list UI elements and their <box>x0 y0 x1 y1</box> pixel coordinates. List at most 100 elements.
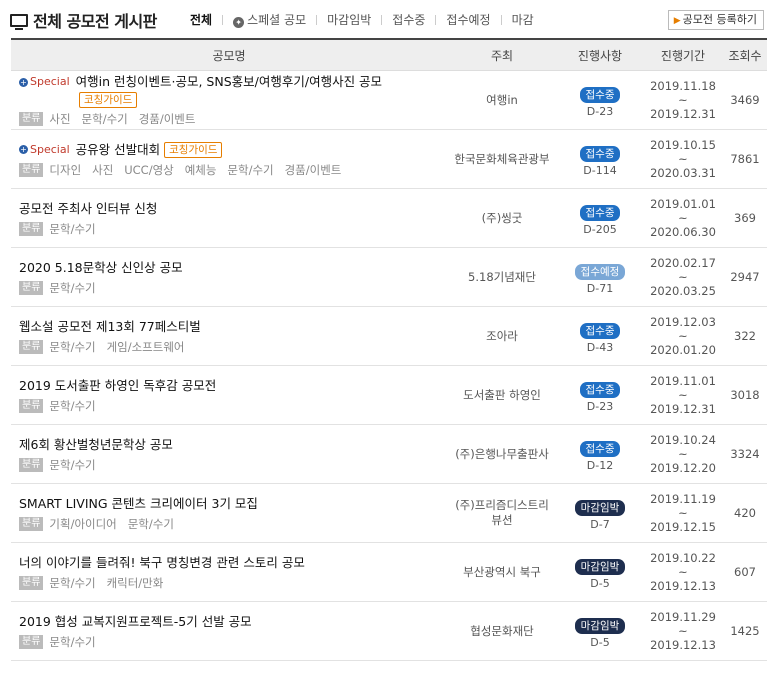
contest-name-cell: 2019 협성 교복지원프로젝트-5기 선발 공모 분류 문학/수기 <box>11 613 447 650</box>
views-cell: 420 <box>734 506 756 520</box>
end-date: 2020.03.25 <box>650 284 716 298</box>
status-badge: 접수예정 <box>574 263 626 280</box>
end-date: 2019.12.20 <box>650 461 716 475</box>
status-cell: 접수중 D-23 <box>557 378 643 413</box>
period-tilde: ~ <box>678 329 688 343</box>
end-date: 2019.12.13 <box>650 638 716 652</box>
contest-title-link[interactable]: 공모전 주최사 인터뷰 신청 <box>19 200 157 218</box>
tab-divider <box>500 14 502 25</box>
monitor-icon <box>10 13 28 30</box>
special-badge: + Special <box>19 73 70 91</box>
tab-special[interactable]: ✦ 스페셜 공모 <box>233 11 306 28</box>
contest-name-cell: 2020 5.18문학상 신인상 공모 분류 문학/수기 <box>11 259 447 296</box>
table-row[interactable]: SMART LIVING 콘텐츠 크리에이터 3기 모집분류 기획/아이디어 문학… <box>11 484 767 543</box>
table-row[interactable]: 2019 도서출판 하영인 독후감 공모전 분류 문학/수기 도서출판 하영인 접수중 D… <box>11 366 767 425</box>
views-cell: 369 <box>734 211 756 225</box>
contest-name-cell: 공모전 주최사 인터뷰 신청분류 문학/수기 <box>11 200 447 237</box>
contest-title-link[interactable]: 너의 이야기를 들려줘! 북구 명칭변경 관련 스토리 공모 <box>19 554 305 572</box>
table-row[interactable]: 2020 5.18문학상 신인상 공모 분류 문학/수기 5.18기념재단 접수예정 D-… <box>11 248 767 307</box>
contest-title-link[interactable]: 2019 협성 교복지원프로젝트-5기 선발 공모 <box>19 613 252 631</box>
coaching-guide-badge[interactable]: 코칭가이드 <box>79 92 138 108</box>
tab-divider <box>222 14 224 25</box>
period-cell: 2019.11.01 ~2019.12.31 <box>643 374 723 416</box>
d-day: D-71 <box>586 281 614 295</box>
period-cell: 2019.11.19 ~2019.12.15 <box>643 492 723 534</box>
d-day: D-205 <box>583 222 617 236</box>
contest-title-link[interactable]: 웹소설 공모전 제13회 77페스티벌 <box>19 318 201 336</box>
table-row[interactable]: 2019 협성 교복지원프로젝트-5기 선발 공모 분류 문학/수기 협성문화재단 마감… <box>11 602 767 661</box>
tab-deadline-soon[interactable]: 마감임박 <box>327 11 371 28</box>
end-date: 2019.12.31 <box>650 107 716 121</box>
board-header: 전체 공모전 게시판 전체 ✦ 스페셜 공모 마감임박 접수중 접수예정 마감 ▶… <box>0 0 772 38</box>
category-line: 분류 문학/수기 <box>19 221 447 237</box>
table-row[interactable]: 너의 이야기를 들려줘! 북구 명칭변경 관련 스토리 공모 분류 문학/수기 캐릭… <box>11 543 767 602</box>
plus-icon: + <box>19 145 28 154</box>
start-date: 2020.02.17 <box>650 256 716 270</box>
contest-title-line: 2019 도서출판 하영인 독후감 공모전 <box>19 377 447 395</box>
page-title: 전체 공모전 게시판 <box>33 12 157 31</box>
period-tilde: ~ <box>678 624 688 638</box>
category-tags: 기획/아이디어 문학/수기 <box>49 516 174 531</box>
tab-divider <box>316 14 318 25</box>
contest-title-line: + Special 여행in 런칭이벤트·공모, SNS홍보/여행후기/여행사진 공… <box>19 73 447 108</box>
category-line: 분류 사진 문학/수기 경품/이벤트 <box>19 111 447 127</box>
contest-title-link[interactable]: 공유왕 선발대회 <box>76 141 160 159</box>
end-date: 2020.06.30 <box>650 225 716 239</box>
category-line: 분류 문학/수기 게임/소프트웨어 <box>19 339 447 355</box>
period-cell: 2019.10.15 ~2020.03.31 <box>643 138 723 180</box>
table-row[interactable]: 웹소설 공모전 제13회 77페스티벌 분류 문학/수기 게임/소프트웨어 조아라 접수… <box>11 307 767 366</box>
tab-all[interactable]: 전체 <box>190 11 212 28</box>
plus-icon: + <box>19 77 28 87</box>
contest-title-link[interactable]: 여행in 런칭이벤트·공모, SNS홍보/여행후기/여행사진 공모 <box>76 73 382 91</box>
register-contest-button[interactable]: ▶ 공모전 등록하기 <box>667 10 764 30</box>
tab-closed[interactable]: 마감 <box>512 11 534 28</box>
tab-open[interactable]: 접수중 <box>392 11 425 28</box>
views-cell: 322 <box>734 329 756 343</box>
contest-title-link[interactable]: 2020 5.18문학상 신인상 공모 <box>19 259 183 277</box>
status-cell: 접수예정 D-71 <box>557 260 643 295</box>
contest-name-cell: 웹소설 공모전 제13회 77페스티벌분류 문학/수기 게임/소프트웨어 <box>11 318 447 355</box>
tab-upcoming[interactable]: 접수예정 <box>446 11 490 28</box>
status-cell: 마감임박 D-5 <box>557 555 643 590</box>
host-cell: 조아라 <box>486 328 518 343</box>
table-row[interactable]: + Special 여행in 런칭이벤트·공모, SNS홍보/여행후기/여행사진 공… <box>11 71 767 130</box>
host-cell: 협성문화재단 <box>470 623 534 638</box>
table-row[interactable]: + Special 공유왕 선발대회 코칭가이드 분류 디자인 사진 UCC/영상 예체능… <box>11 130 767 189</box>
category-badge: 분류 <box>19 112 44 126</box>
period-cell: 2019.01.01 ~2020.06.30 <box>643 197 723 239</box>
period-tilde: ~ <box>678 565 688 579</box>
status-cell: 접수중 D-205 <box>557 201 643 236</box>
coaching-guide-badge[interactable]: 코칭가이드 <box>164 141 223 158</box>
category-badge: 분류 <box>19 221 44 236</box>
period-tilde: ~ <box>678 211 688 225</box>
table-row[interactable]: 제6회 황산벌청년문학상 공모 분류 문학/수기 (주)은행나무출판사 접수중 D-12 2… <box>11 425 767 484</box>
contest-title-link[interactable]: 2019 도서출판 하영인 독후감 공모전 <box>19 377 216 395</box>
start-date: 2019.10.22 <box>650 551 716 565</box>
table-row[interactable]: 공모전 주최사 인터뷰 신청 분류 문학/수기 (주)씽굿 접수중 D-205 2019.0… <box>11 189 767 248</box>
period-cell: 2019.12.03 ~2020.01.20 <box>643 315 723 357</box>
views-cell: 3324 <box>730 447 760 461</box>
contest-name-cell: 2019 도서출판 하영인 독후감 공모전 분류 문학/수기 <box>11 377 447 414</box>
category-line: 분류 기획/아이디어 문학/수기 <box>19 516 447 532</box>
status-cell: 마감임박 D-7 <box>557 496 643 531</box>
register-label: 공모전 등록하기 <box>682 13 757 26</box>
views-cell: 1425 <box>730 624 760 638</box>
period-tilde: ~ <box>678 93 688 107</box>
tab-special-label: 스페셜 공모 <box>247 13 307 27</box>
category-tags: 문학/수기 <box>49 398 96 413</box>
contest-table: 공모명 주최 진행사항 진행기간 조회수 + Special 여행in 런칭이벤트·… <box>11 38 767 661</box>
status-badge: 접수중 <box>579 381 621 398</box>
contest-title-link[interactable]: SMART LIVING 콘텐츠 크리에이터 3기 모집 <box>19 495 258 513</box>
end-date: 2019.12.15 <box>650 520 716 534</box>
host-cell: 도서출판 하영인 <box>463 387 541 402</box>
status-badge: 마감임박 <box>574 617 626 634</box>
tab-divider <box>435 14 437 25</box>
period-tilde: ~ <box>678 506 688 520</box>
host-cell: 한국문화체육관광부 <box>454 151 550 166</box>
status-badge: 마감임박 <box>574 558 626 575</box>
contest-title-link[interactable]: 제6회 황산벌청년문학상 공모 <box>19 436 173 454</box>
category-line: 분류 문학/수기 <box>19 457 447 473</box>
host-cell: (주)프리즘디스트리뷰션 <box>455 498 549 527</box>
contest-name-cell: 제6회 황산벌청년문학상 공모분류 문학/수기 <box>11 436 447 473</box>
category-badge: 분류 <box>19 575 44 590</box>
